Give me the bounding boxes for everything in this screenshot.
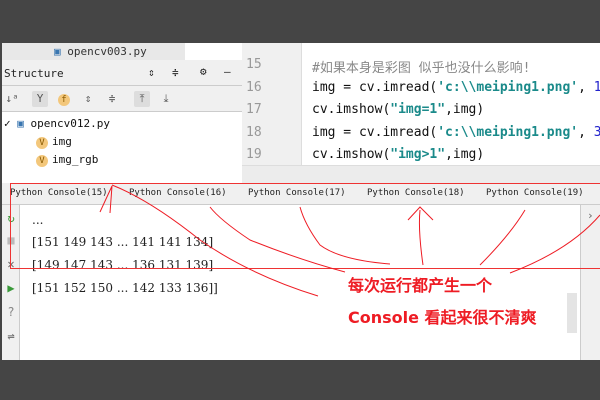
annotation-arrows — [99, 184, 600, 297]
arrow-line — [111, 184, 319, 297]
arrow-line — [479, 209, 526, 266]
arrow-line — [209, 206, 346, 273]
arrow-line — [509, 214, 600, 274]
arrow-line — [407, 206, 434, 266]
annotation-text-1: 每次运行都产生一个 — [348, 276, 493, 295]
annotation-text-2: Console 看起来很不清爽 — [348, 308, 537, 327]
arrow-head — [99, 185, 113, 214]
arrow-line — [299, 206, 391, 265]
